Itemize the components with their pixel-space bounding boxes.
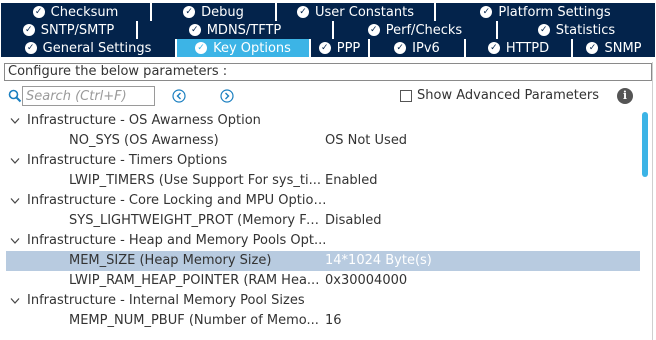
tab-debug[interactable]: ✓ Debug — [151, 3, 276, 21]
check-icon: ✓ — [24, 42, 37, 54]
tree-param-row[interactable]: MEMP_NUM_PBUF (Number of Memo... 16 — [6, 311, 640, 331]
check-icon: ✓ — [318, 42, 331, 54]
tree-category[interactable]: Infrastructure - Timers Options — [6, 151, 640, 171]
tree-param-row[interactable]: NO_SYS (OS Awarness) OS Not Used — [6, 131, 640, 151]
tree-param-row-selected[interactable]: MEM_SIZE (Heap Memory Size) 14*1024 Byte… — [6, 251, 640, 271]
chevron-down-icon[interactable] — [10, 297, 20, 305]
tab-sntp-smtp[interactable]: ✓ SNTP/SMTP — [0, 21, 137, 39]
check-icon: ✓ — [537, 24, 550, 36]
tab-general-settings[interactable]: ✓ General Settings — [0, 39, 176, 57]
tab-snmp[interactable]: ✓ SNMP — [572, 39, 656, 57]
tab-httpd[interactable]: ✓ HTTPD — [465, 39, 572, 57]
tab-row-3: ✓ General Settings ✓ Key Options ✓ PPP ✓ IPv… — [0, 39, 656, 57]
description-banner: Configure the below parameters : — [4, 63, 652, 81]
tab-statistics[interactable]: ✓ Statistics — [497, 21, 656, 39]
parameter-tree: Infrastructure - OS Awarness Option NO_S… — [6, 111, 640, 337]
search-previous-button[interactable] — [172, 89, 186, 103]
tree-param-row[interactable]: LWIP_RAM_HEAP_POINTER (RAM Hea... 0x3000… — [6, 271, 640, 291]
tab-row-2: ✓ SNTP/SMTP ✓ MDNS/TFTP ✓ Perf/Checks ✓ Stat… — [0, 21, 656, 39]
check-icon: ✓ — [394, 42, 407, 54]
tree-category[interactable]: Infrastructure - Internal Memory Pool Si… — [6, 291, 640, 311]
tree-param-row[interactable]: SYS_LIGHTWEIGHT_PROT (Memory Fu... Disab… — [6, 211, 640, 231]
scrollbar-thumb[interactable] — [642, 112, 648, 177]
tab-mdns-tftp[interactable]: ✓ MDNS/TFTP — [137, 21, 333, 39]
info-icon[interactable]: i — [617, 88, 633, 104]
tab-perf-checks[interactable]: ✓ Perf/Checks — [333, 21, 497, 39]
check-icon: ✓ — [586, 42, 599, 54]
tree-category[interactable]: Infrastructure - Heap and Memory Pools O… — [6, 231, 640, 251]
tab-user-constants[interactable]: ✓ User Constants — [276, 3, 435, 21]
search-next-button[interactable] — [220, 89, 234, 103]
tab-ppp[interactable]: ✓ PPP — [310, 39, 369, 57]
check-icon: ✓ — [188, 24, 201, 36]
tab-row-1: ✓ Checksum ✓ Debug ✓ User Constants ✓ Platfo… — [0, 3, 656, 21]
check-icon: ✓ — [487, 42, 500, 54]
check-icon: ✓ — [195, 42, 208, 54]
chevron-down-icon[interactable] — [10, 197, 20, 205]
check-icon: ✓ — [32, 6, 45, 18]
tree-category[interactable]: Infrastructure - Core Locking and MPU Op… — [6, 191, 640, 211]
tab-checksum[interactable]: ✓ Checksum — [0, 3, 151, 21]
chevron-down-icon[interactable] — [10, 237, 20, 245]
search-icon — [8, 89, 22, 103]
show-advanced-checkbox[interactable] — [400, 90, 412, 102]
chevron-down-icon[interactable] — [10, 117, 20, 125]
check-icon: ✓ — [183, 6, 196, 18]
chevron-down-icon[interactable] — [10, 157, 20, 165]
check-icon: ✓ — [22, 24, 35, 36]
check-icon: ✓ — [480, 6, 493, 18]
show-advanced-label: Show Advanced Parameters — [417, 88, 599, 103]
tree-param-row[interactable]: LWIP_TIMERS (Use Support For sys_ti... E… — [6, 171, 640, 191]
tab-key-options[interactable]: ✓ Key Options — [176, 39, 310, 57]
panel-border — [652, 62, 653, 340]
check-icon: ✓ — [367, 24, 380, 36]
check-icon: ✓ — [297, 6, 309, 18]
tab-ipv6[interactable]: ✓ IPv6 — [369, 39, 465, 57]
tab-platform-settings[interactable]: ✓ Platform Settings — [435, 3, 656, 21]
search-input[interactable] — [22, 86, 155, 106]
tree-category[interactable]: Infrastructure - OS Awarness Option — [6, 111, 640, 131]
